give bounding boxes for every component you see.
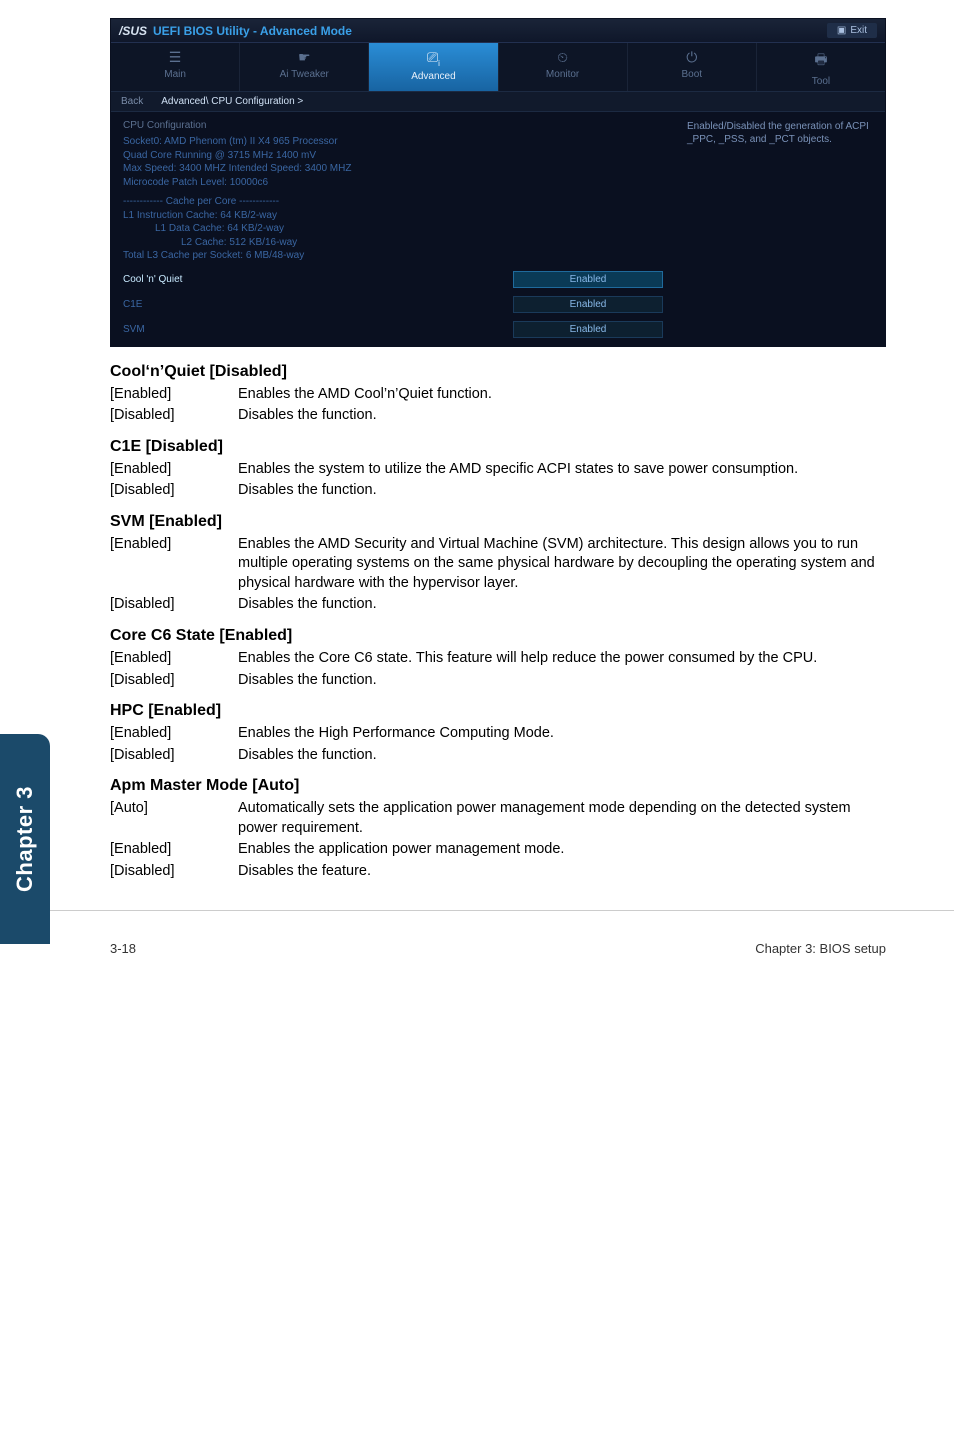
exit-label: Exit	[850, 25, 867, 36]
def-row: [Enabled] Enables the application power …	[110, 840, 886, 860]
def-val: Enables the Core C6 state. This feature …	[238, 649, 886, 669]
chip-icon: ⎚i	[369, 49, 497, 68]
cpu-speed: Max Speed: 3400 MHZ Intended Speed: 3400…	[123, 162, 663, 176]
tool-icon: 🖶	[757, 49, 885, 73]
def-row: [Disabled] Disables the function.	[110, 746, 886, 766]
def-key: [Disabled]	[110, 406, 238, 426]
bios-tabs: ☰ Main ☛ Ai Tweaker ⎚i Advanced ⏲ Monito…	[111, 43, 885, 91]
cpu-info-block: Socket0: AMD Phenom (tm) II X4 965 Proce…	[123, 135, 663, 263]
exit-icon: ▣	[837, 25, 846, 36]
bios-title-text: UEFI BIOS Utility - Advanced Mode	[153, 24, 352, 38]
def-val: Disables the function.	[238, 481, 886, 501]
hand-icon: ☛	[240, 49, 368, 66]
cache-l3: Total L3 Cache per Socket: 6 MB/48-way	[123, 249, 663, 263]
def-val: Automatically sets the application power…	[238, 799, 886, 838]
def-row: [Enabled] Enables the AMD Security and V…	[110, 535, 886, 594]
tab-boot-label: Boot	[681, 69, 702, 80]
section-cool-title: Cool‘n’Quiet [Disabled]	[110, 363, 886, 381]
breadcrumb-path: Advanced\ CPU Configuration >	[161, 96, 303, 107]
cache-header: ------------ Cache per Core ------------	[123, 195, 663, 209]
tab-advanced[interactable]: ⎚i Advanced	[369, 43, 498, 91]
field-c1e-label: C1E	[123, 299, 142, 310]
back-button[interactable]: Back	[121, 96, 143, 107]
cache-l1i: L1 Instruction Cache: 64 KB/2-way	[123, 209, 663, 223]
tab-tool-label: Tool	[812, 76, 830, 87]
def-key: [Disabled]	[110, 481, 238, 501]
def-val: Disables the function.	[238, 595, 886, 615]
footer-title: Chapter 3: BIOS setup	[755, 941, 886, 956]
chapter-spine-label: Chapter 3	[12, 786, 38, 892]
cache-l1d: L1 Data Cache: 64 KB/2-way	[123, 222, 663, 236]
def-val: Disables the function.	[238, 746, 886, 766]
tab-main-label: Main	[164, 69, 186, 80]
def-key: [Enabled]	[110, 460, 238, 480]
bios-title-bar: /SUS UEFI BIOS Utility - Advanced Mode ▣…	[111, 19, 885, 43]
section-apm-title: Apm Master Mode [Auto]	[110, 777, 886, 795]
def-val: Enables the application power management…	[238, 840, 886, 860]
power-icon: ⏻	[628, 49, 756, 66]
def-row: [Disabled] Disables the function.	[110, 595, 886, 615]
def-val: Enables the AMD Cool’n’Quiet function.	[238, 385, 886, 405]
list-icon: ☰	[111, 49, 239, 66]
bios-screenshot: /SUS UEFI BIOS Utility - Advanced Mode ▣…	[110, 18, 886, 347]
def-key: [Enabled]	[110, 535, 238, 594]
def-key: [Enabled]	[110, 724, 238, 744]
tab-monitor[interactable]: ⏲ Monitor	[499, 43, 628, 91]
tab-main[interactable]: ☰ Main	[111, 43, 240, 91]
def-key: [Auto]	[110, 799, 238, 838]
def-val: Enables the AMD Security and Virtual Mac…	[238, 535, 886, 594]
tab-ai-tweaker[interactable]: ☛ Ai Tweaker	[240, 43, 369, 91]
def-key: [Disabled]	[110, 671, 238, 691]
tab-ai-tweaker-label: Ai Tweaker	[280, 69, 329, 80]
cpu-socket: Socket0: AMD Phenom (tm) II X4 965 Proce…	[123, 135, 663, 149]
tab-boot[interactable]: ⏻ Boot	[628, 43, 757, 91]
def-key: [Enabled]	[110, 385, 238, 405]
cpu-running: Quad Core Running @ 3715 MHz 1400 mV	[123, 149, 663, 163]
section-hpc-title: HPC [Enabled]	[110, 702, 886, 720]
cpu-config-heading: CPU Configuration	[123, 120, 663, 131]
def-row: [Disabled] Disables the function.	[110, 481, 886, 501]
def-row: [Enabled] Enables the High Performance C…	[110, 724, 886, 744]
tab-advanced-label: Advanced	[411, 71, 455, 82]
def-key: [Disabled]	[110, 862, 238, 882]
section-svm-title: SVM [Enabled]	[110, 513, 886, 531]
def-row: [Enabled] Enables the AMD Cool’n’Quiet f…	[110, 385, 886, 405]
tab-tool[interactable]: 🖶 Tool	[757, 43, 885, 91]
def-key: [Enabled]	[110, 840, 238, 860]
brand-logo: /SUS	[119, 24, 147, 38]
def-val: Disables the function.	[238, 406, 886, 426]
def-val: Enables the High Performance Computing M…	[238, 724, 886, 744]
field-cool-value[interactable]: Enabled	[513, 271, 663, 288]
def-row: [Disabled] Disables the feature.	[110, 862, 886, 882]
page-footer: 3-18 Chapter 3: BIOS setup	[0, 910, 954, 974]
field-svm-value[interactable]: Enabled	[513, 321, 663, 338]
section-c6-title: Core C6 State [Enabled]	[110, 627, 886, 645]
chapter-spine: Chapter 3	[0, 734, 50, 944]
def-row: [Disabled] Disables the function.	[110, 671, 886, 691]
tab-monitor-label: Monitor	[546, 69, 579, 80]
field-svm-label: SVM	[123, 324, 145, 335]
help-text: Enabled/Disabled the generation of ACPI …	[687, 120, 873, 146]
section-c1e-title: C1E [Disabled]	[110, 438, 886, 456]
def-key: [Enabled]	[110, 649, 238, 669]
def-row: [Enabled] Enables the Core C6 state. Thi…	[110, 649, 886, 669]
page-number: 3-18	[110, 941, 136, 956]
def-val: Disables the function.	[238, 671, 886, 691]
def-key: [Disabled]	[110, 595, 238, 615]
def-row: [Auto] Automatically sets the applicatio…	[110, 799, 886, 838]
def-val: Disables the feature.	[238, 862, 886, 882]
def-row: [Enabled] Enables the system to utilize …	[110, 460, 886, 480]
field-c1e-value[interactable]: Enabled	[513, 296, 663, 313]
cache-l2: L2 Cache: 512 KB/16-way	[123, 236, 663, 250]
cpu-microcode: Microcode Patch Level: 10000c6	[123, 176, 663, 190]
def-row: [Disabled] Disables the function.	[110, 406, 886, 426]
def-val: Enables the system to utilize the AMD sp…	[238, 460, 886, 480]
breadcrumb: Back Advanced\ CPU Configuration >	[111, 91, 885, 112]
exit-button[interactable]: ▣ Exit	[827, 23, 877, 38]
field-cool-label: Cool 'n' Quiet	[123, 274, 182, 285]
monitor-icon: ⏲	[499, 49, 627, 66]
def-key: [Disabled]	[110, 746, 238, 766]
